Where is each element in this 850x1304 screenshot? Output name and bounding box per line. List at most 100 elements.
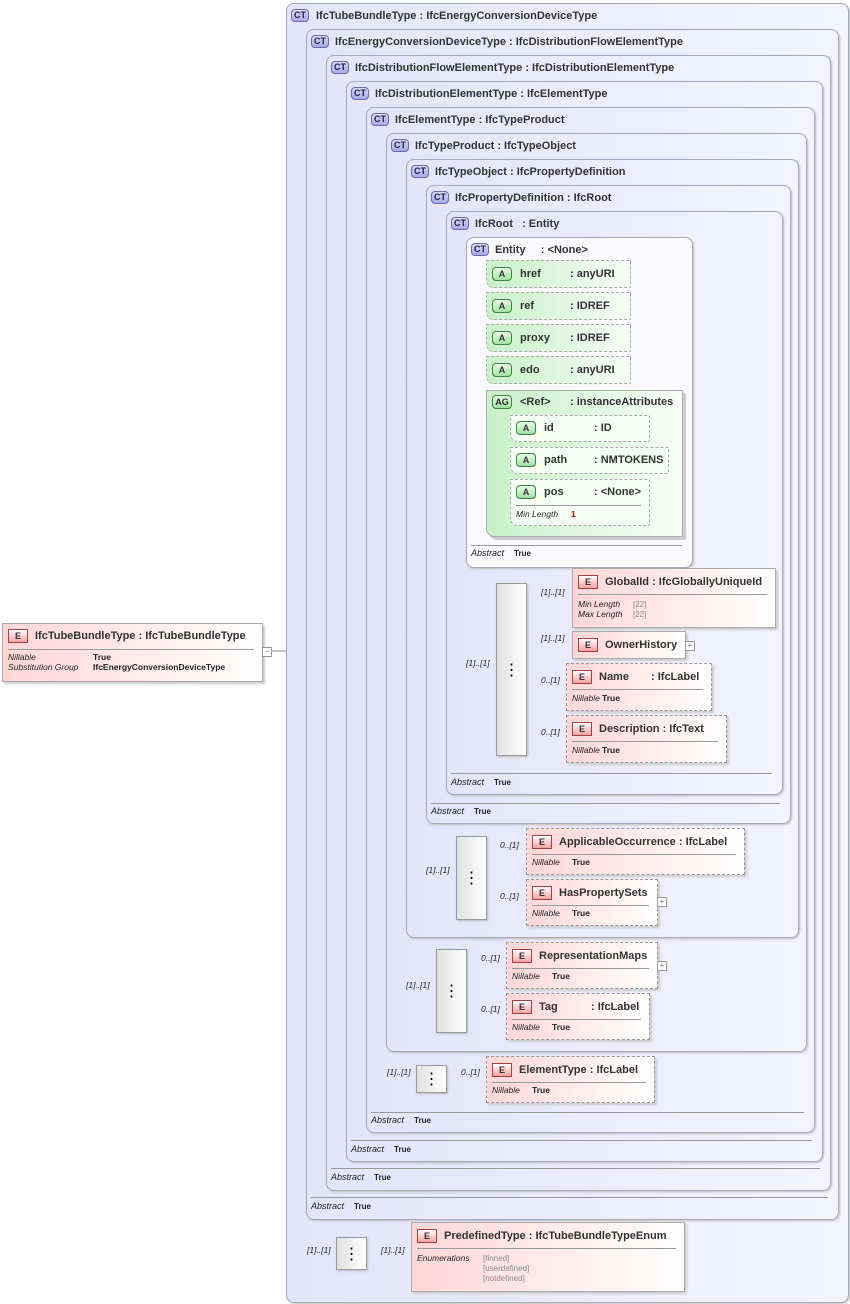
- abstract-label: Abstract: [311, 1201, 345, 1211]
- element-badge: E: [532, 835, 552, 849]
- enum-label: Enumerations: [417, 1253, 470, 1263]
- cardinality: [1]..[1]: [466, 658, 490, 668]
- attribute-group-name: <Ref>: [520, 396, 551, 408]
- prop-label: Nillable: [512, 971, 540, 981]
- element-type: : IfcText: [662, 723, 704, 735]
- attribute-badge: A: [492, 267, 512, 281]
- element-badge: E: [532, 886, 552, 900]
- element-badge: E: [572, 670, 592, 684]
- cardinality: 0..[1]: [541, 675, 560, 685]
- ct-base: : IfcTypeProduct: [478, 113, 565, 126]
- ct-base: : IfcElementType: [520, 87, 608, 100]
- element-description: E Description : IfcText Nillable True: [566, 715, 727, 763]
- element-name: OwnerHistory: [605, 639, 678, 651]
- sequence-element-type: ⋮: [416, 1065, 447, 1093]
- element-representationmaps: E RepresentationMaps Nillable True: [506, 942, 658, 989]
- attribute-type: : NMTOKENS: [594, 454, 664, 466]
- prop-value: True: [572, 857, 590, 867]
- prop-value: IfcEnergyConversionDeviceType: [93, 662, 226, 672]
- cardinality: [1]..[1]: [307, 1245, 331, 1255]
- element-type: : IfcLabel: [651, 671, 700, 683]
- attribute-type: : anyURI: [570, 364, 615, 376]
- cardinality: 0..[1]: [500, 840, 519, 850]
- prop-label: Nillable: [512, 1022, 540, 1032]
- element-name: GlobalId: [605, 576, 649, 588]
- abstract-value: True: [474, 807, 491, 816]
- element-name: Description: [599, 723, 660, 735]
- element-globalid: E GlobalId : IfcGloballyUniqueId Min Lengt…: [572, 568, 776, 628]
- attribute-type: : ID: [594, 422, 612, 434]
- prop-value: True: [532, 1085, 550, 1095]
- prop-value: True: [572, 908, 590, 918]
- prop-value: True: [552, 1022, 570, 1032]
- ct-name: IfcTypeObject: [435, 165, 507, 178]
- enum-value: [finned]: [483, 1254, 510, 1263]
- attribute-badge: A: [516, 421, 536, 435]
- attribute-badge: A: [516, 453, 536, 467]
- element-haspropertysets: E HasPropertySets Nillable True: [526, 879, 658, 926]
- sequence-icon: ⋮: [443, 983, 460, 1000]
- abstract-value: True: [394, 1145, 411, 1154]
- abstract-label: Abstract: [451, 777, 485, 787]
- cardinality: 0..[1]: [461, 1067, 480, 1077]
- expand-toggle[interactable]: +: [685, 641, 695, 651]
- expand-toggle[interactable]: +: [657, 897, 667, 907]
- element-predefinedtype: E PredefinedType : IfcTubeBundleTypeEnum E…: [411, 1222, 685, 1292]
- abstract-label: Abstract: [431, 806, 465, 816]
- element-badge: E: [578, 575, 598, 589]
- element-badge: E: [578, 638, 598, 652]
- root-element-ifctubebundletype: E IfcTubeBundleType : IfcTubeBundleType Ni…: [2, 623, 263, 682]
- cardinality: [1]..[1]: [406, 980, 430, 990]
- element-name: IfcTubeBundleType: [35, 630, 136, 642]
- collapse-toggle[interactable]: −: [262, 647, 272, 657]
- ct-name: Entity: [495, 243, 526, 256]
- attribute-type: : <None>: [594, 486, 642, 498]
- attribute-name: proxy: [520, 332, 550, 344]
- element-name: RepresentationMaps: [539, 950, 648, 962]
- ct-badge: CT: [451, 217, 469, 230]
- abstract-value: True: [414, 1116, 431, 1125]
- attribute-name: href: [520, 268, 541, 280]
- sequence-icon: ⋮: [503, 661, 520, 679]
- prop-label: Nillable: [572, 693, 600, 703]
- element-ownerhistory: E OwnerHistory: [572, 631, 686, 659]
- abstract-label: Abstract: [351, 1144, 385, 1154]
- expand-toggle[interactable]: +: [657, 961, 667, 971]
- prop-value: True: [602, 745, 620, 755]
- element-badge: E: [572, 722, 592, 736]
- abstract-label: Abstract: [371, 1115, 405, 1125]
- attribute-href: Ahref : anyURI: [486, 260, 631, 288]
- prop-label: Nillable: [572, 745, 600, 755]
- element-name: ElementType: [519, 1064, 587, 1076]
- ct-name: IfcDistributionFlowElementType: [355, 61, 523, 74]
- prop-label: Nillable: [8, 652, 36, 662]
- attribute-badge: A: [516, 485, 536, 499]
- ct-badge: CT: [471, 243, 489, 256]
- ct-base: : IfcTypeObject: [497, 139, 576, 152]
- cardinality: [1]..[1]: [426, 865, 450, 875]
- enum-value: [userdefined]: [483, 1264, 530, 1273]
- attribute-name: path: [544, 454, 568, 466]
- sequence-icon: ⋮: [463, 870, 480, 887]
- prop-label: Nillable: [492, 1085, 520, 1095]
- ct-badge: CT: [411, 165, 429, 178]
- element-type: : IfcGloballyUniqueId: [652, 576, 763, 588]
- element-elementtype: E ElementType : IfcLabel Nillable True: [486, 1056, 655, 1103]
- attribute-type: : anyURI: [570, 268, 615, 280]
- element-type: : IfcTubeBundleType: [138, 630, 246, 642]
- attribute-ref: Aref: IDREF: [486, 292, 631, 320]
- facet-label: Min Length: [516, 509, 559, 519]
- attribute-name: edo: [520, 364, 540, 376]
- sequence-root: ⋮: [496, 583, 527, 756]
- prop-value: True: [602, 693, 620, 703]
- ct-name: IfcRoot: [475, 217, 513, 230]
- attribute-path: Apath : NMTOKENS: [510, 447, 669, 474]
- element-type: : IfcLabel: [589, 1064, 639, 1076]
- element-name: PredefinedType: [444, 1230, 526, 1242]
- ct-name: IfcDistributionElementType: [375, 87, 518, 100]
- ct-badge: CT: [331, 61, 349, 74]
- ct-badge: CT: [371, 113, 389, 126]
- element-name: Name: [599, 671, 629, 683]
- element-name: HasPropertySets: [559, 887, 648, 899]
- element-badge: E: [417, 1229, 437, 1243]
